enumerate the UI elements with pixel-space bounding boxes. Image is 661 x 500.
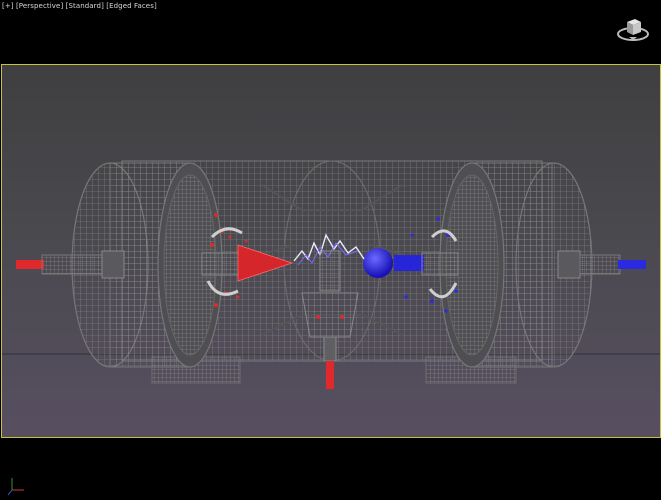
viewport-display-menu[interactable]: [Edged Faces] [106, 2, 157, 10]
right-axle-rod[interactable] [557, 250, 646, 279]
viewport-view-menu[interactable]: [Perspective] [16, 2, 63, 10]
viewport-label: [+] [Perspective] [Standard] [Edged Face… [2, 2, 157, 10]
axis-tripod-icon [7, 478, 24, 496]
scene-canvas [2, 160, 660, 389]
viewport-shading-menu[interactable]: [Standard] [66, 2, 104, 10]
viewport-menu-plus[interactable]: [+] [2, 2, 14, 10]
perspective-viewport[interactable] [1, 64, 661, 438]
viewcube-icon[interactable] [616, 14, 650, 44]
left-axle-rod[interactable] [16, 250, 125, 279]
